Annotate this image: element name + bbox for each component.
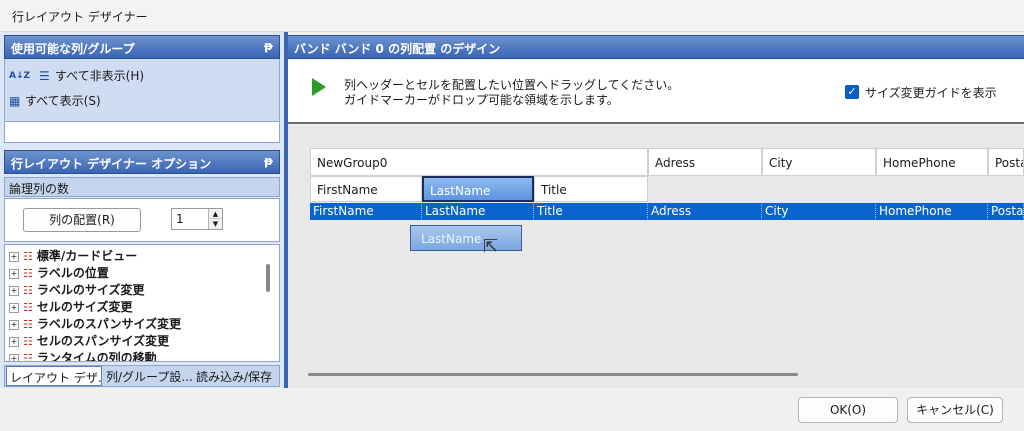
spin-down-icon[interactable]: ▼: [208, 219, 222, 229]
options-icon: ☷: [23, 352, 33, 362]
drag-ghost: LastName: [410, 225, 522, 251]
arrange-columns-button[interactable]: 列の配置(R): [23, 208, 141, 232]
column-header[interactable]: Posta: [988, 148, 1024, 176]
tree-item-label: ラベルの位置: [36, 266, 109, 280]
ok-button[interactable]: OK(O): [798, 397, 898, 423]
title-bar: 行レイアウト デザイナー: [0, 0, 1024, 32]
data-row[interactable]: FirstName LastName Title Adress City Hom…: [310, 203, 1024, 220]
tree-item[interactable]: + ☷ ラベルの位置: [9, 264, 109, 281]
available-columns-toolbar: A↓Z ☰ すべて非表示(H) ▦ すべて表示(S): [4, 59, 280, 121]
data-cell: HomePhone: [876, 204, 988, 219]
column-header[interactable]: City: [762, 148, 876, 176]
column-list-box[interactable]: [4, 121, 280, 143]
sort-az-icon: A↓Z: [9, 71, 31, 81]
tree-scrollbar[interactable]: [266, 264, 270, 292]
left-panel: 使用可能な列/グループ ᵽ A↓Z ☰ すべて非表示(H) ▦ すべて表示(S) 行…: [0, 32, 284, 388]
spin-up-icon[interactable]: ▲: [208, 209, 222, 219]
data-cell: City: [762, 204, 876, 219]
horizontal-scrollbar[interactable]: [308, 373, 798, 376]
show-all-button[interactable]: ▦ すべて表示(S): [9, 92, 101, 109]
sub-column-header-selected[interactable]: LastName: [422, 176, 534, 202]
grid-icon: ▦: [9, 94, 21, 108]
design-canvas: NewGroup0 Adress City HomePhone Posta Fi…: [288, 126, 1024, 388]
tree-item[interactable]: + ☷ セルのスパンサイズ変更: [9, 332, 169, 349]
data-cell: Posta: [988, 204, 1024, 219]
logical-columns-box: 列の配置(R) 1 ▲ ▼: [4, 198, 280, 242]
column-count-value: 1: [176, 212, 184, 226]
band-design-header: バンド バンド 0 の列配置 のデザイン: [288, 35, 1024, 59]
expand-icon[interactable]: +: [9, 353, 19, 361]
tree-item-label: セルのサイズ変更: [36, 300, 133, 314]
tab-load-save[interactable]: 読み込み/保存: [193, 366, 279, 386]
tab-column-group-settings[interactable]: 列/グループ設...: [103, 366, 193, 386]
tree-item[interactable]: + ☷ ラベルのサイズ変更: [9, 281, 145, 298]
designer-options-title: 行レイアウト デザイナー オプション: [11, 157, 212, 171]
show-resize-guide-label[interactable]: サイズ変更ガイドを表示: [865, 84, 997, 101]
show-resize-guide-checkbox[interactable]: ✓: [845, 85, 859, 99]
tree-item-label: セルのスパンサイズ変更: [36, 334, 170, 348]
hide-all-button[interactable]: ☰ すべて非表示(H): [39, 67, 144, 84]
instruction-line-2: ガイドマーカーがドロップ可能な領域を示します。: [344, 93, 619, 107]
sub-column-header[interactable]: FirstName: [310, 176, 422, 202]
expand-icon[interactable]: +: [9, 319, 19, 330]
tree-item-label: 標準/カードビュー: [36, 249, 138, 263]
cancel-button[interactable]: キャンセル(C): [907, 397, 1003, 423]
pin-icon[interactable]: ᵽ: [264, 154, 273, 168]
pin-icon[interactable]: ᵽ: [264, 39, 273, 53]
tree-item[interactable]: + ☷ セルのサイズ変更: [9, 298, 133, 315]
options-tree: + ☷ 標準/カードビュー + ☷ ラベルの位置 + ☷ ラベルのサイズ変更 + ☷ セルのサイ…: [4, 244, 280, 362]
data-cell: Adress: [648, 204, 762, 219]
left-tab-strip: レイアウト デザ... 列/グループ設... 読み込み/保存: [4, 365, 280, 387]
available-columns-title: 使用可能な列/グループ: [11, 42, 135, 56]
options-icon: ☷: [23, 284, 33, 297]
hide-all-label: すべて非表示(H): [55, 69, 145, 83]
tree-item[interactable]: + ☷ 標準/カードビュー: [9, 247, 137, 264]
expand-icon[interactable]: +: [9, 302, 19, 313]
column-header[interactable]: Adress: [648, 148, 762, 176]
footer: OK(O) キャンセル(C): [0, 388, 1024, 431]
options-icon: ☷: [23, 267, 33, 280]
available-columns-header: 使用可能な列/グループ ᵽ: [4, 35, 280, 59]
list-icon: ☰: [39, 69, 50, 83]
tree-item[interactable]: + ☷ ラベルのスパンサイズ変更: [9, 315, 181, 332]
expand-icon[interactable]: +: [9, 268, 19, 279]
expand-icon[interactable]: +: [9, 336, 19, 347]
data-cell: Title: [534, 204, 648, 219]
designer-options-header: 行レイアウト デザイナー オプション ᵽ: [4, 150, 280, 174]
logical-columns-label: 論理列の数: [4, 177, 280, 197]
play-icon: [312, 78, 326, 96]
show-all-label: すべて表示(S): [25, 94, 101, 108]
instruction-panel: 列ヘッダーとセルを配置したい位置へドラッグしてください。 ガイドマーカーがドロッ…: [288, 60, 1024, 124]
options-icon: ☷: [23, 250, 33, 263]
sub-column-header[interactable]: Title: [534, 176, 648, 202]
window-title: 行レイアウト デザイナー: [12, 10, 148, 24]
expand-icon[interactable]: +: [9, 251, 19, 262]
band-design-title: バンド バンド 0 の列配置 のデザイン: [294, 42, 501, 56]
column-count-stepper[interactable]: 1 ▲ ▼: [171, 208, 223, 230]
tree-item-label: ランタイムの列の移動: [36, 351, 157, 362]
expand-icon[interactable]: +: [9, 285, 19, 296]
tree-item[interactable]: + ☷ ランタイムの列の移動: [9, 349, 157, 362]
column-header[interactable]: HomePhone: [876, 148, 988, 176]
data-cell: FirstName: [310, 204, 422, 219]
group-header[interactable]: NewGroup0: [310, 148, 648, 176]
options-icon: ☷: [23, 335, 33, 348]
sort-button[interactable]: A↓Z: [9, 67, 31, 81]
options-icon: ☷: [23, 301, 33, 314]
data-cell: LastName: [422, 204, 534, 219]
tree-item-label: ラベルのサイズ変更: [36, 283, 145, 297]
tree-item-label: ラベルのスパンサイズ変更: [36, 317, 182, 331]
tab-layout-designer[interactable]: レイアウト デザ...: [6, 366, 102, 386]
mouse-cursor-icon: ⇱: [483, 236, 499, 257]
options-icon: ☷: [23, 318, 33, 331]
